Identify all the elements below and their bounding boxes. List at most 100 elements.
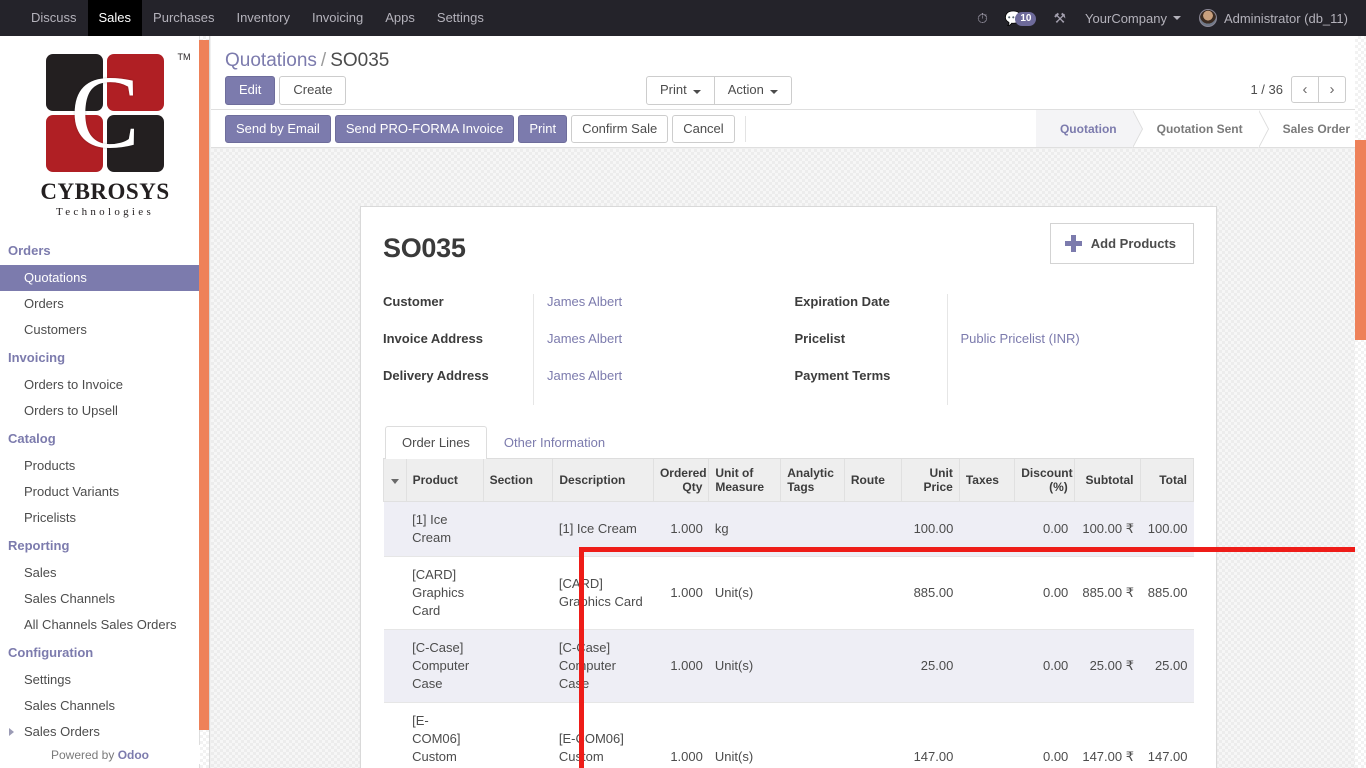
sidebar-item-all-channels-sales-orders[interactable]: All Channels Sales Orders (0, 612, 209, 638)
print-dropdown-button[interactable]: Print (646, 76, 715, 105)
sidebar-item-product-variants[interactable]: Product Variants (0, 479, 209, 505)
company-switcher[interactable]: YourCompany (1075, 0, 1191, 36)
order-lines-table: Product Section Description Ordered Qty Unit… (383, 459, 1194, 768)
column-header-discount: Discount (%) (1014, 459, 1075, 502)
cell-product: [E-COM06] Custom Computer (kit) (406, 702, 484, 768)
powered-by: Powered by Odoo (0, 745, 200, 764)
sidebar-item-orders[interactable]: Orders (0, 291, 209, 317)
cell-subtotal: 147.00 ₹ (1074, 702, 1140, 768)
cell-taxes (959, 556, 1015, 630)
menu-item-invoicing[interactable]: Invoicing (301, 0, 374, 36)
sidebar-item-label: Sales Channels (24, 698, 116, 713)
row-handle[interactable] (383, 556, 407, 630)
caret-down-icon (390, 479, 399, 484)
print-button[interactable]: Print (518, 114, 568, 143)
sidebar-item-sales-channels[interactable]: Sales Channels (0, 586, 209, 612)
send-pro-forma-invoice-button[interactable]: Send PRO-FORMA Invoice (334, 114, 515, 143)
cell-discount: 0.00 (1014, 556, 1075, 630)
sidebar-item-pricelists[interactable]: Pricelists (0, 505, 209, 531)
cell-unit-price: 100.00 (901, 501, 960, 557)
sidebar-item-sales[interactable]: Sales (0, 560, 209, 586)
sidebar-scrollbar[interactable] (199, 36, 209, 768)
add-products-button[interactable]: Add Products (1049, 223, 1194, 264)
field-value-expiration-date[interactable] (961, 294, 1195, 321)
tab-other-information[interactable]: Other Information (487, 426, 622, 459)
sidebar-item-quotations[interactable]: Quotations (0, 265, 209, 291)
field-value-pricelist[interactable]: Public Pricelist (INR) (961, 331, 1195, 358)
breadcrumb-quotations[interactable]: Quotations (225, 50, 317, 71)
messages-icon[interactable]: 💬 10 (997, 0, 1045, 36)
stage-quotation-sent[interactable]: Quotation Sent (1132, 110, 1269, 148)
cell-total: 885.00 (1140, 556, 1194, 630)
bug-icon[interactable]: ⚒ (1044, 0, 1075, 36)
form-sheet-area: SO035 Add Products Customer Invoice Addre… (211, 149, 1366, 768)
stage-pipeline: Quotation Quotation Sent Sales Order (1035, 110, 1366, 148)
cell-qty: 1.000 (653, 501, 709, 557)
column-header-unit-price: Unit Price (901, 459, 960, 502)
row-handle[interactable] (383, 702, 407, 768)
edit-button[interactable]: Edit (225, 76, 276, 105)
sidebar-item-orders-to-invoice[interactable]: Orders to Invoice (0, 372, 209, 398)
cell-subtotal: 885.00 ₹ (1074, 556, 1140, 630)
sidebar-scrollbar-thumb[interactable] (199, 40, 209, 730)
sidebar-item-label: Sales Orders (24, 724, 100, 739)
row-handle[interactable] (383, 629, 407, 703)
table-row[interactable]: [E-COM06] Custom Computer (kit) [E-COM06]… (383, 702, 1194, 768)
clock-icon[interactable]: ⏱ (968, 0, 997, 36)
cell-description: [CARD] Graphics Card (552, 556, 654, 630)
systray: ⏱ 💬 10 ⚒ YourCompany Administrator (db_1… (968, 0, 1366, 36)
stage-quotation[interactable]: Quotation (1035, 110, 1143, 148)
menu-item-apps[interactable]: Apps (374, 0, 426, 36)
tab-order-lines[interactable]: Order Lines (385, 426, 487, 459)
logo-mark: C (46, 54, 164, 172)
pager-previous-button[interactable]: ‹ (1291, 76, 1319, 103)
action-dropdown-button[interactable]: Action (713, 76, 792, 105)
sidebar-item-products[interactable]: Products (0, 453, 209, 479)
sidebar-item-customers[interactable]: Customers (0, 317, 209, 343)
field-value-payment-terms[interactable] (961, 368, 1195, 395)
cell-uom: Unit(s) (708, 702, 781, 768)
cell-discount: 0.00 (1014, 702, 1075, 768)
avatar (1198, 9, 1217, 27)
confirm-sale-button[interactable]: Confirm Sale (571, 114, 669, 143)
menu-item-inventory[interactable]: Inventory (225, 0, 300, 36)
column-header-section: Section (482, 459, 554, 502)
field-value-invoice-address[interactable]: James Albert (547, 331, 795, 358)
menu-item-purchases[interactable]: Purchases (142, 0, 225, 36)
column-header-total: Total (1139, 459, 1194, 502)
menu-item-settings[interactable]: Settings (426, 0, 495, 36)
row-handle[interactable] (383, 501, 407, 557)
cell-uom: kg (708, 501, 781, 557)
chevron-down-icon (1172, 16, 1181, 20)
record-actions: Edit Create (225, 76, 347, 105)
user-menu[interactable]: Administrator (db_11) (1191, 0, 1354, 36)
sidebar-item-sales-orders[interactable]: Sales Orders (0, 719, 209, 745)
pager-next-button[interactable]: › (1318, 76, 1346, 103)
cell-unit-price: 147.00 (901, 702, 960, 768)
create-button[interactable]: Create (279, 76, 347, 105)
menu-item-discuss[interactable]: Discuss (20, 0, 88, 36)
cell-qty: 1.000 (653, 556, 709, 630)
sidebar-item-orders-to-upsell[interactable]: Orders to Upsell (0, 398, 209, 424)
table-row[interactable]: [C-Case] Computer Case [C-Case] Computer … (383, 629, 1194, 703)
menu-item-sales[interactable]: Sales (87, 0, 143, 36)
column-options-toggle[interactable] (383, 459, 407, 502)
field-value-delivery-address[interactable]: James Albert (547, 368, 795, 395)
table-row[interactable]: [CARD] Graphics Card [CARD] Graphics Card… (383, 556, 1194, 630)
form-fields: Customer Invoice Address Delivery Address … (383, 294, 1194, 405)
cell-product: [C-Case] Computer Case (406, 629, 484, 703)
workflow-buttons: Send by Email Send PRO-FORMA Invoice Print… (211, 114, 735, 143)
column-header-ordered-qty: Ordered Qty (652, 459, 710, 502)
send-by-email-button[interactable]: Send by Email (225, 114, 331, 143)
table-row[interactable]: [1] Ice Cream [1] Ice Cream 1.000 kg 100.00 0… (383, 501, 1194, 557)
content-scrollbar-thumb[interactable] (1355, 140, 1366, 340)
cell-route (844, 629, 902, 703)
field-value-customer[interactable]: James Albert (547, 294, 795, 321)
field-group-left: Customer Invoice Address Delivery Address … (383, 294, 795, 405)
stage-sales-order[interactable]: Sales Order (1258, 110, 1366, 147)
content-scrollbar[interactable] (1355, 36, 1366, 768)
sidebar-item-settings[interactable]: Settings (0, 667, 209, 693)
control-panel: Quotations / SO035 Edit Create Print Actio… (211, 36, 1366, 110)
cancel-button[interactable]: Cancel (672, 114, 735, 143)
sidebar-item-sales-channels[interactable]: Sales Channels (0, 693, 209, 719)
